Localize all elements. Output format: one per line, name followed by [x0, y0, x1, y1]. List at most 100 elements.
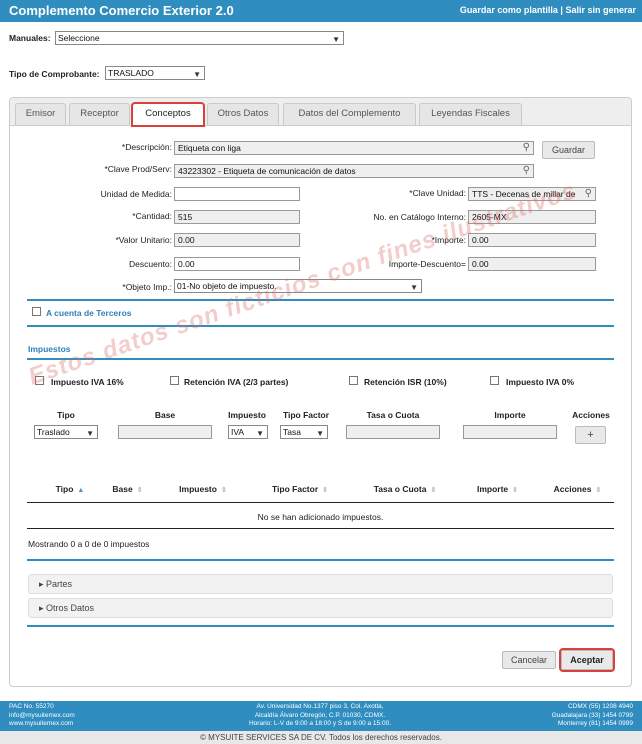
- search-icon[interactable]: ⚲: [585, 188, 592, 200]
- footer: PAC No. 55270 info@mysuitemex.com www.my…: [0, 701, 642, 731]
- footer-email[interactable]: info@mysuitemex.com: [9, 712, 75, 721]
- ret-iva-label: Retención IVA (2/3 partes): [184, 377, 289, 387]
- table-header-base[interactable]: Base ⇕: [100, 484, 155, 494]
- table-header-importe[interactable]: Importe ⇕: [460, 484, 535, 494]
- iva16-label: Impuesto IVA 16%: [51, 377, 124, 387]
- chevron-down-icon: ▼: [316, 429, 324, 438]
- entry-header-acciones: Acciones: [572, 410, 610, 420]
- objeto-imp-select[interactable]: 01-No objeto de impuesto. ▼: [174, 279, 422, 293]
- table-header-tasa[interactable]: Tasa o Cuota ⇕: [355, 484, 455, 494]
- app-header: Complemento Comercio Exterior 2.0 Guarda…: [0, 0, 642, 22]
- footer-center: Av. Universidad No.1377 piso 3, Col. Axo…: [200, 703, 440, 729]
- descripcion-label: *Descripción:: [121, 142, 172, 152]
- footer-phone-mty: Monterrey (81) 1454 0999: [557, 720, 633, 727]
- manuales-select[interactable]: Seleccione ▼: [55, 31, 344, 45]
- entry-header-tasa: Tasa o Cuota: [366, 410, 420, 420]
- footer-left: PAC No. 55270 info@mysuitemex.com www.my…: [9, 703, 75, 729]
- unidad-medida-label: Unidad de Medida:: [100, 189, 172, 199]
- footer-website[interactable]: www.mysuitemex.com: [9, 720, 75, 729]
- footer-phone-gdl: Guadalajara (33) 1454 0799: [551, 711, 633, 719]
- iva16-checkbox[interactable]: [35, 376, 44, 385]
- table-header-divider: [27, 502, 614, 503]
- accordion-otros-datos[interactable]: ▸ Otros Datos: [28, 598, 613, 618]
- copyright: © MYSUITE SERVICES SA DE CV. Todos los d…: [0, 731, 642, 744]
- chevron-down-icon: ▼: [256, 429, 264, 438]
- table-header-base-label: Base: [112, 484, 133, 494]
- ret-isr-checkbox[interactable]: [349, 376, 358, 385]
- chevron-down-icon: ▼: [86, 429, 94, 438]
- descuento-label: Descuento:: [129, 259, 172, 269]
- descripcion-value: Etiqueta con liga: [178, 143, 241, 153]
- impuesto-value: IVA: [231, 427, 245, 437]
- table-header-tipo-factor[interactable]: Tipo Factor ⇕: [255, 484, 345, 494]
- tab-emisor[interactable]: Emisor: [15, 103, 66, 125]
- tasa-input[interactable]: [346, 425, 440, 439]
- divider: [27, 559, 614, 561]
- tab-leyendas-fiscales[interactable]: Leyendas Fiscales: [419, 103, 522, 125]
- search-icon[interactable]: ⚲: [523, 142, 530, 154]
- tipo-comprobante-label: Tipo de Comprobante:: [9, 69, 100, 79]
- entry-header-impuesto: Impuesto: [228, 410, 266, 420]
- sort-icon: ⇕: [220, 487, 227, 494]
- descuento-input[interactable]: 0.00: [174, 257, 300, 271]
- table-header-tipo-factor-label: Tipo Factor: [272, 484, 319, 494]
- unidad-medida-input[interactable]: [174, 187, 300, 201]
- base-input[interactable]: [118, 425, 212, 439]
- save-template-link[interactable]: Guardar como plantilla: [460, 5, 558, 15]
- cantidad-input[interactable]: 515: [174, 210, 300, 224]
- sort-icon: ⇕: [512, 487, 519, 494]
- table-header-tipo-label: Tipo: [55, 484, 74, 494]
- tipo-select[interactable]: Traslado ▼: [34, 425, 98, 439]
- iva0-checkbox[interactable]: [490, 376, 499, 385]
- manuales-value: Seleccione: [58, 33, 100, 43]
- importe-descuento-input: 0.00: [468, 257, 596, 271]
- sort-icon: ⇕: [136, 487, 143, 494]
- footer-pac: PAC No. 55270: [9, 703, 54, 710]
- importe-tax-input[interactable]: [463, 425, 557, 439]
- accept-button[interactable]: Aceptar: [559, 648, 615, 672]
- table-header-importe-label: Importe: [476, 484, 509, 494]
- tab-conceptos[interactable]: Conceptos: [131, 102, 205, 127]
- clave-prod-input[interactable]: 43223302 - Etiqueta de comunicación de d…: [174, 164, 534, 178]
- valor-unitario-label: *Valor Unitario:: [115, 235, 172, 245]
- no-catalogo-input[interactable]: 2605-MX: [468, 210, 596, 224]
- table-header-impuesto[interactable]: Impuesto ⇕: [163, 484, 243, 494]
- clave-unidad-input[interactable]: TTS - Decenas de millar de ⚲: [468, 187, 596, 201]
- tipo-factor-select[interactable]: Tasa ▼: [280, 425, 328, 439]
- add-tax-button[interactable]: +: [575, 426, 606, 444]
- chevron-down-icon: ▼: [193, 70, 201, 79]
- ret-isr-label: Retención ISR (10%): [364, 377, 447, 387]
- clave-prod-label: *Clave Prod/Serv:: [104, 164, 172, 174]
- search-icon[interactable]: ⚲: [523, 165, 530, 177]
- terceros-checkbox[interactable]: [32, 307, 41, 316]
- tab-receptor[interactable]: Receptor: [69, 103, 130, 125]
- divider: [27, 325, 614, 327]
- sort-asc-icon: ▲: [77, 487, 85, 494]
- tab-datos-complemento[interactable]: Datos del Complemento: [283, 103, 416, 125]
- footer-hours: Horario: L-V de 9:00 a 18:00 y S de 9:00…: [248, 720, 391, 727]
- table-header-tipo[interactable]: Tipo ▲: [40, 484, 100, 494]
- sort-icon: ⇕: [322, 487, 328, 494]
- no-catalogo-label: No. en Catálogo Interno:: [373, 212, 466, 222]
- cantidad-label: *Cantidad:: [132, 211, 172, 221]
- empty-message: No se han adicionado impuestos.: [257, 512, 384, 522]
- descripcion-input[interactable]: Etiqueta con liga ⚲: [174, 141, 534, 155]
- showing-info: Mostrando 0 a 0 de 0 impuestos: [28, 539, 150, 549]
- valor-unitario-input[interactable]: 0.00: [174, 233, 300, 247]
- table-header-tasa-label: Tasa o Cuota: [373, 484, 427, 494]
- ret-iva-checkbox[interactable]: [170, 376, 179, 385]
- table-header-acciones[interactable]: Acciones ⇕: [540, 484, 615, 494]
- terceros-label[interactable]: A cuenta de Terceros: [46, 308, 132, 318]
- tipo-comprobante-select[interactable]: TRASLADO ▼: [105, 66, 205, 80]
- footer-address-1: Av. Universidad No.1377 piso 3, Col. Axo…: [256, 703, 384, 710]
- cancel-button[interactable]: Cancelar: [502, 651, 556, 669]
- table-header-acciones-label: Acciones: [553, 484, 592, 494]
- chevron-down-icon: ▼: [332, 35, 340, 44]
- tab-otros-datos[interactable]: Otros Datos: [207, 103, 279, 125]
- guardar-button[interactable]: Guardar: [542, 141, 595, 159]
- footer-phone-cdmx: CDMX (55) 1208 4940: [567, 703, 633, 710]
- impuesto-select[interactable]: IVA ▼: [228, 425, 268, 439]
- tipo-factor-value: Tasa: [283, 427, 301, 437]
- exit-link[interactable]: Salir sin generar: [565, 5, 636, 15]
- accordion-partes[interactable]: ▸ Partes: [28, 574, 613, 594]
